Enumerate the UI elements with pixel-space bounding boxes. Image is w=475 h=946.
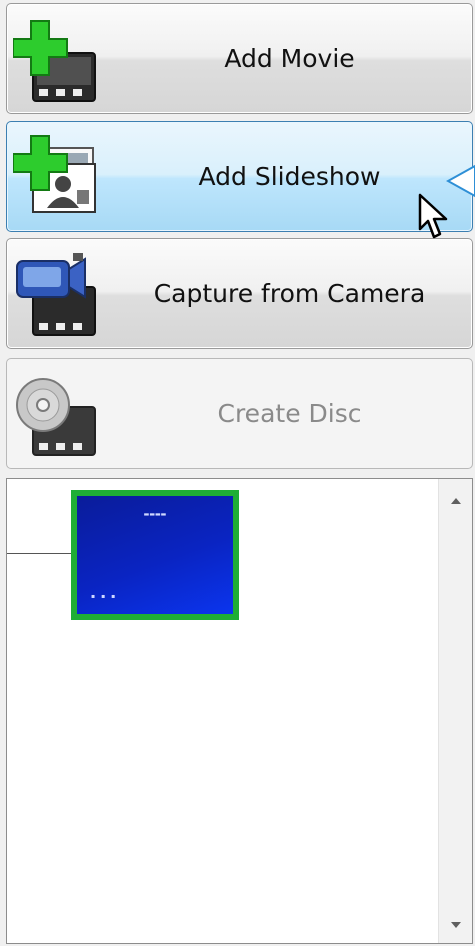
capture-from-camera-label: Capture from Camera bbox=[153, 279, 426, 308]
create-disc-button[interactable]: Create Disc bbox=[6, 358, 473, 469]
add-movie-button[interactable]: Add Movie bbox=[6, 3, 473, 114]
camera-film-icon bbox=[16, 253, 96, 336]
vertical-scrollbar[interactable] bbox=[438, 479, 472, 943]
add-slideshow-button[interactable]: Add Slideshow bbox=[6, 121, 473, 232]
capture-from-camera-button[interactable]: Capture from Camera bbox=[6, 238, 473, 349]
scroll-down-arrow-icon[interactable] bbox=[450, 921, 462, 929]
thumbnail-menu-dots: ▪▪▪ bbox=[91, 593, 122, 600]
create-disc-label: Create Disc bbox=[217, 399, 362, 428]
add-movie-icon bbox=[13, 20, 96, 102]
list-connector-line bbox=[7, 553, 72, 554]
disc-film-icon bbox=[16, 378, 96, 456]
project-list[interactable]: ▬▬▬▬ ▪▪▪ bbox=[6, 478, 473, 944]
mouse-cursor-icon bbox=[418, 193, 448, 239]
add-movie-label: Add Movie bbox=[224, 44, 355, 73]
selection-pointer-icon bbox=[446, 164, 475, 198]
thumbnail-title-text: ▬▬▬▬ bbox=[143, 511, 167, 518]
scroll-up-arrow-icon[interactable] bbox=[450, 497, 462, 505]
add-slideshow-icon bbox=[13, 135, 96, 213]
project-thumbnail[interactable]: ▬▬▬▬ ▪▪▪ bbox=[71, 490, 239, 620]
